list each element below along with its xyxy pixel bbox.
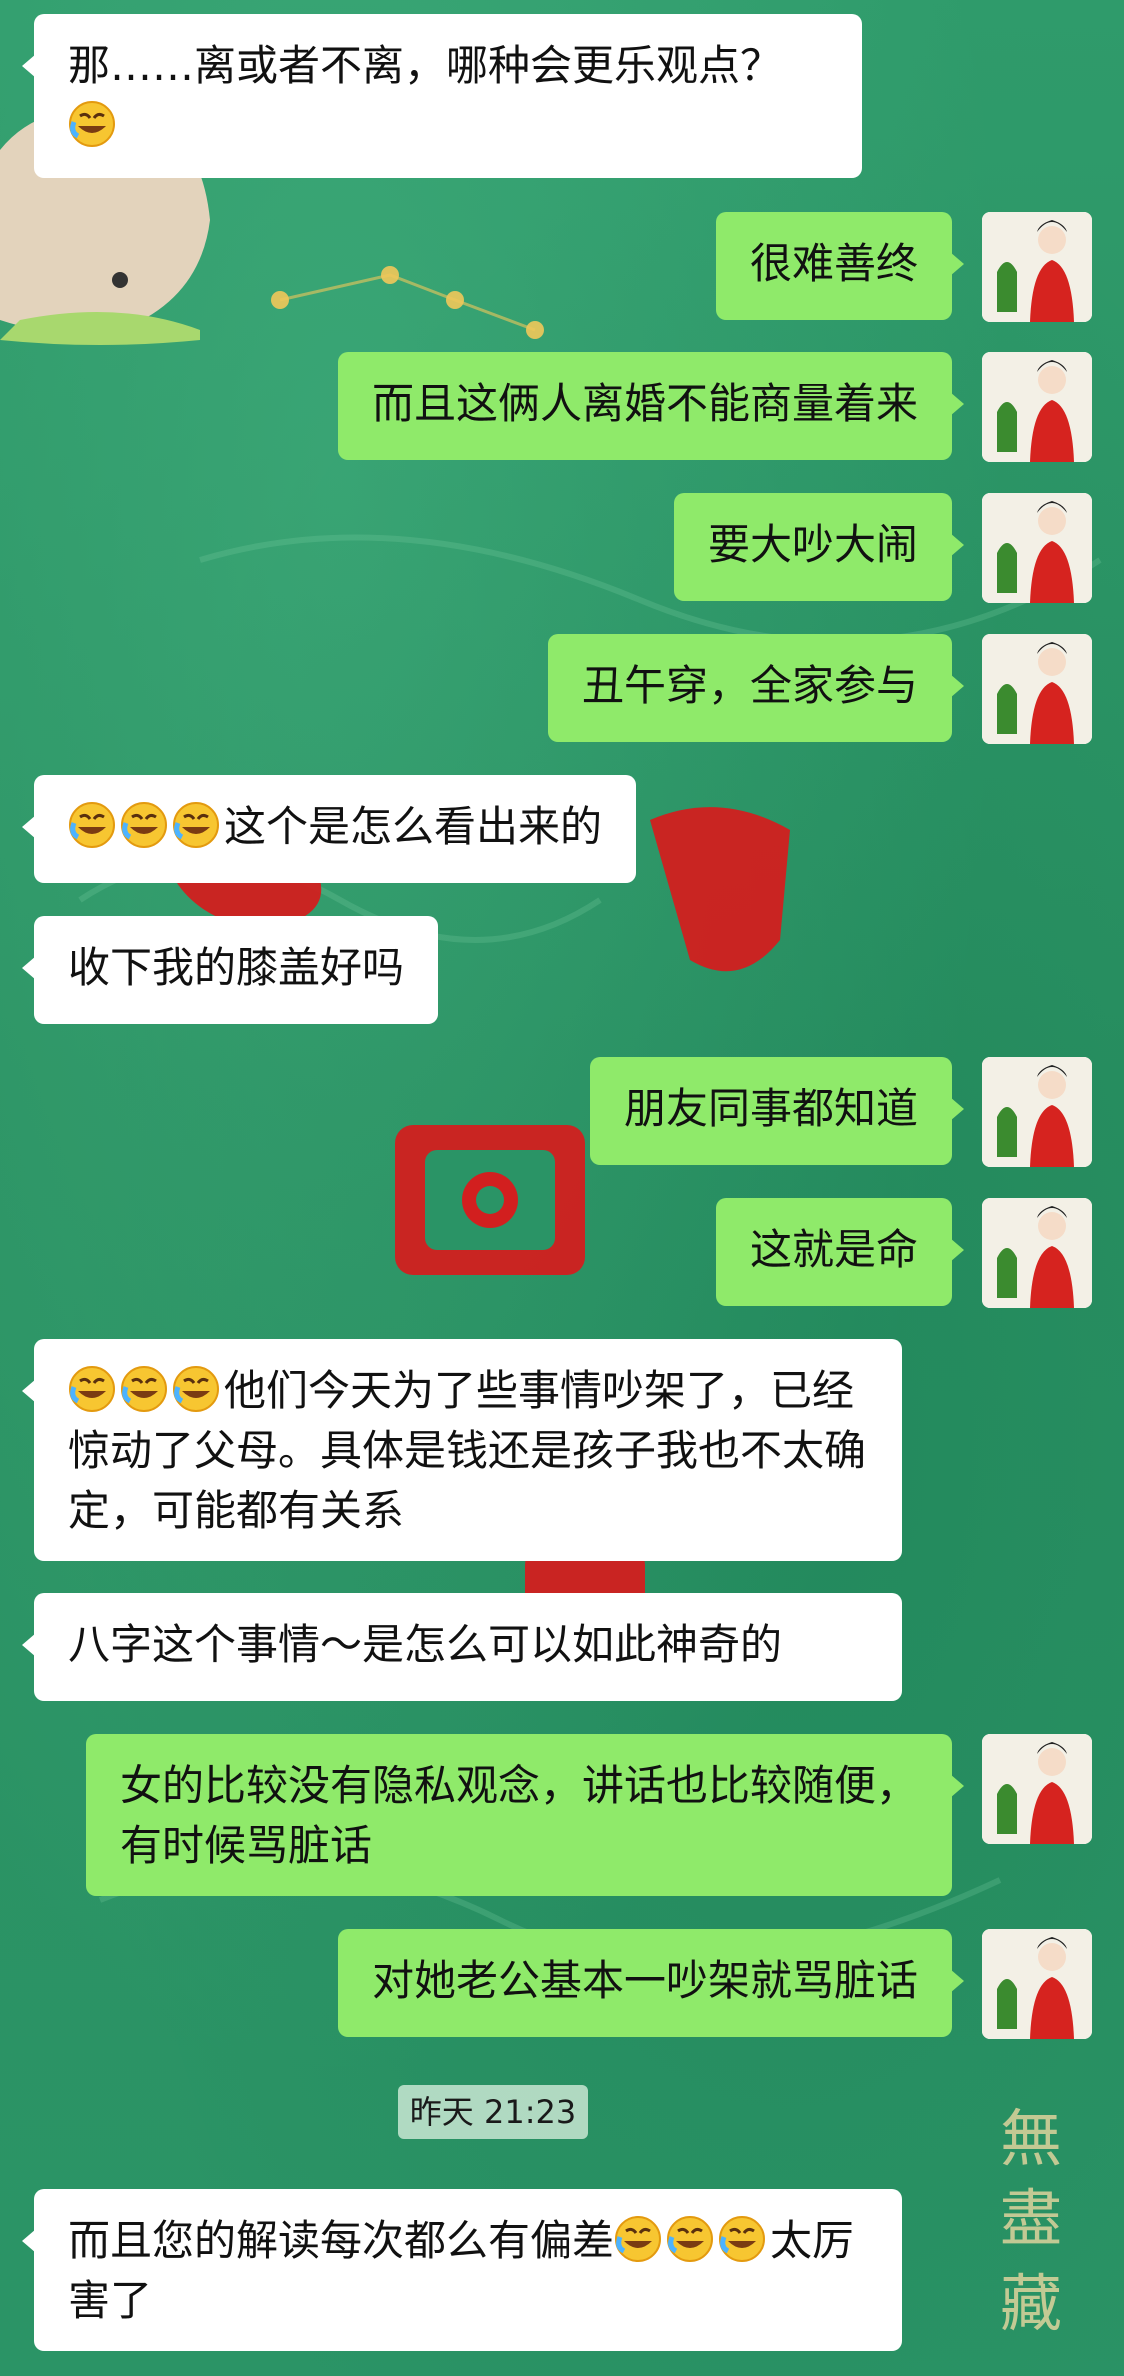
message-text: 八字这个事情～是怎么可以如此神奇的	[68, 1620, 783, 1669]
message-bubble-incoming[interactable]: 收下我的膝盖好吗	[21, 916, 439, 1024]
sender-avatar[interactable]	[982, 1057, 1092, 1167]
message-bubble-incoming[interactable]: 他们今天为了些事情吵架了，已经惊动了父母。具体是钱还是孩子我也不太确定，可能都有…	[22, 1339, 902, 1561]
laughing-crying-emoji-icon	[667, 2216, 714, 2262]
message-text: 这就是命	[749, 1225, 918, 1274]
sender-avatar[interactable]	[982, 1734, 1092, 1844]
message-bubble-incoming[interactable]: 那……离或者不离，哪种会更乐观点？	[22, 14, 862, 178]
sender-avatar[interactable]	[982, 634, 1092, 744]
message-bubble-outgoing[interactable]: 朋友同事都知道	[589, 1057, 965, 1165]
message-bubble-outgoing[interactable]: 而且这俩人离婚不能商量着来	[337, 352, 965, 460]
message-text: 那……离或者不离，哪种会更乐观点？	[68, 41, 783, 90]
laughing-crying-emoji-icon	[121, 1366, 167, 1412]
message-text: 要大吵大闹	[707, 520, 918, 569]
message-bubble-outgoing[interactable]: 女的比较没有隐私观念，讲话也比较随便，有时候骂脏话	[86, 1734, 964, 1896]
sender-avatar[interactable]	[982, 1929, 1092, 2039]
laughing-crying-emoji-icon	[69, 802, 115, 848]
laughing-crying-emoji-icon	[173, 802, 219, 848]
message-text: 丑午穿，全家参与	[581, 661, 918, 710]
message-text: 而且这俩人离婚不能商量着来	[371, 379, 918, 428]
sender-avatar[interactable]	[982, 352, 1092, 462]
laughing-crying-emoji-icon	[69, 1366, 115, 1412]
message-bubble-outgoing[interactable]: 很难善终	[715, 212, 965, 320]
message-text: 很难善终	[749, 239, 918, 288]
message-bubble-outgoing[interactable]: 要大吵大闹	[673, 493, 965, 601]
message-bubble-incoming[interactable]: 而且您的解读每次都么有偏差 太厉害了	[22, 2189, 902, 2351]
message-bubble-incoming[interactable]: 这个是怎么看出来的	[21, 775, 637, 883]
avatar-woman-red-dress-icon	[982, 493, 1092, 603]
message-bubble-outgoing[interactable]: 对她老公基本一吵架就骂脏话	[337, 1929, 965, 2037]
sender-avatar[interactable]	[982, 1198, 1092, 1308]
message-bubble-outgoing[interactable]: 这就是命	[715, 1198, 965, 1306]
message-bubble-incoming[interactable]: 八字这个事情～是怎么可以如此神奇的	[22, 1593, 902, 1701]
message-bubble-outgoing[interactable]: 丑午穿，全家参与	[547, 634, 965, 742]
message-text: 女的比较没有隐私观念，讲话也比较随便，有时候骂脏话	[120, 1761, 919, 1870]
avatar-woman-red-dress-icon	[982, 1198, 1092, 1308]
laughing-crying-emoji-icon	[121, 802, 167, 848]
message-text: 这个是怎么看出来的	[224, 802, 603, 851]
avatar-woman-red-dress-icon	[982, 352, 1092, 462]
avatar-woman-red-dress-icon	[982, 634, 1092, 744]
message-text: 对她老公基本一吵架就骂脏话	[371, 1956, 918, 2005]
sender-avatar[interactable]	[982, 212, 1092, 322]
message-text-before: 而且您的解读每次都么有偏差	[68, 2216, 615, 2265]
laughing-crying-emoji-icon	[719, 2216, 766, 2262]
avatar-woman-red-dress-icon	[982, 1057, 1092, 1167]
sender-avatar[interactable]	[982, 493, 1092, 603]
laughing-crying-emoji-icon	[173, 1366, 219, 1412]
timestamp-label: 昨天 21:23	[398, 2085, 588, 2139]
avatar-woman-red-dress-icon	[982, 1929, 1092, 2039]
laughing-crying-emoji-icon	[69, 101, 115, 147]
laughing-crying-emoji-icon	[615, 2216, 662, 2262]
message-text: 朋友同事都知道	[623, 1084, 918, 1133]
avatar-woman-red-dress-icon	[982, 1734, 1092, 1844]
avatar-woman-red-dress-icon	[982, 212, 1092, 322]
message-text: 收下我的膝盖好吗	[68, 943, 405, 992]
